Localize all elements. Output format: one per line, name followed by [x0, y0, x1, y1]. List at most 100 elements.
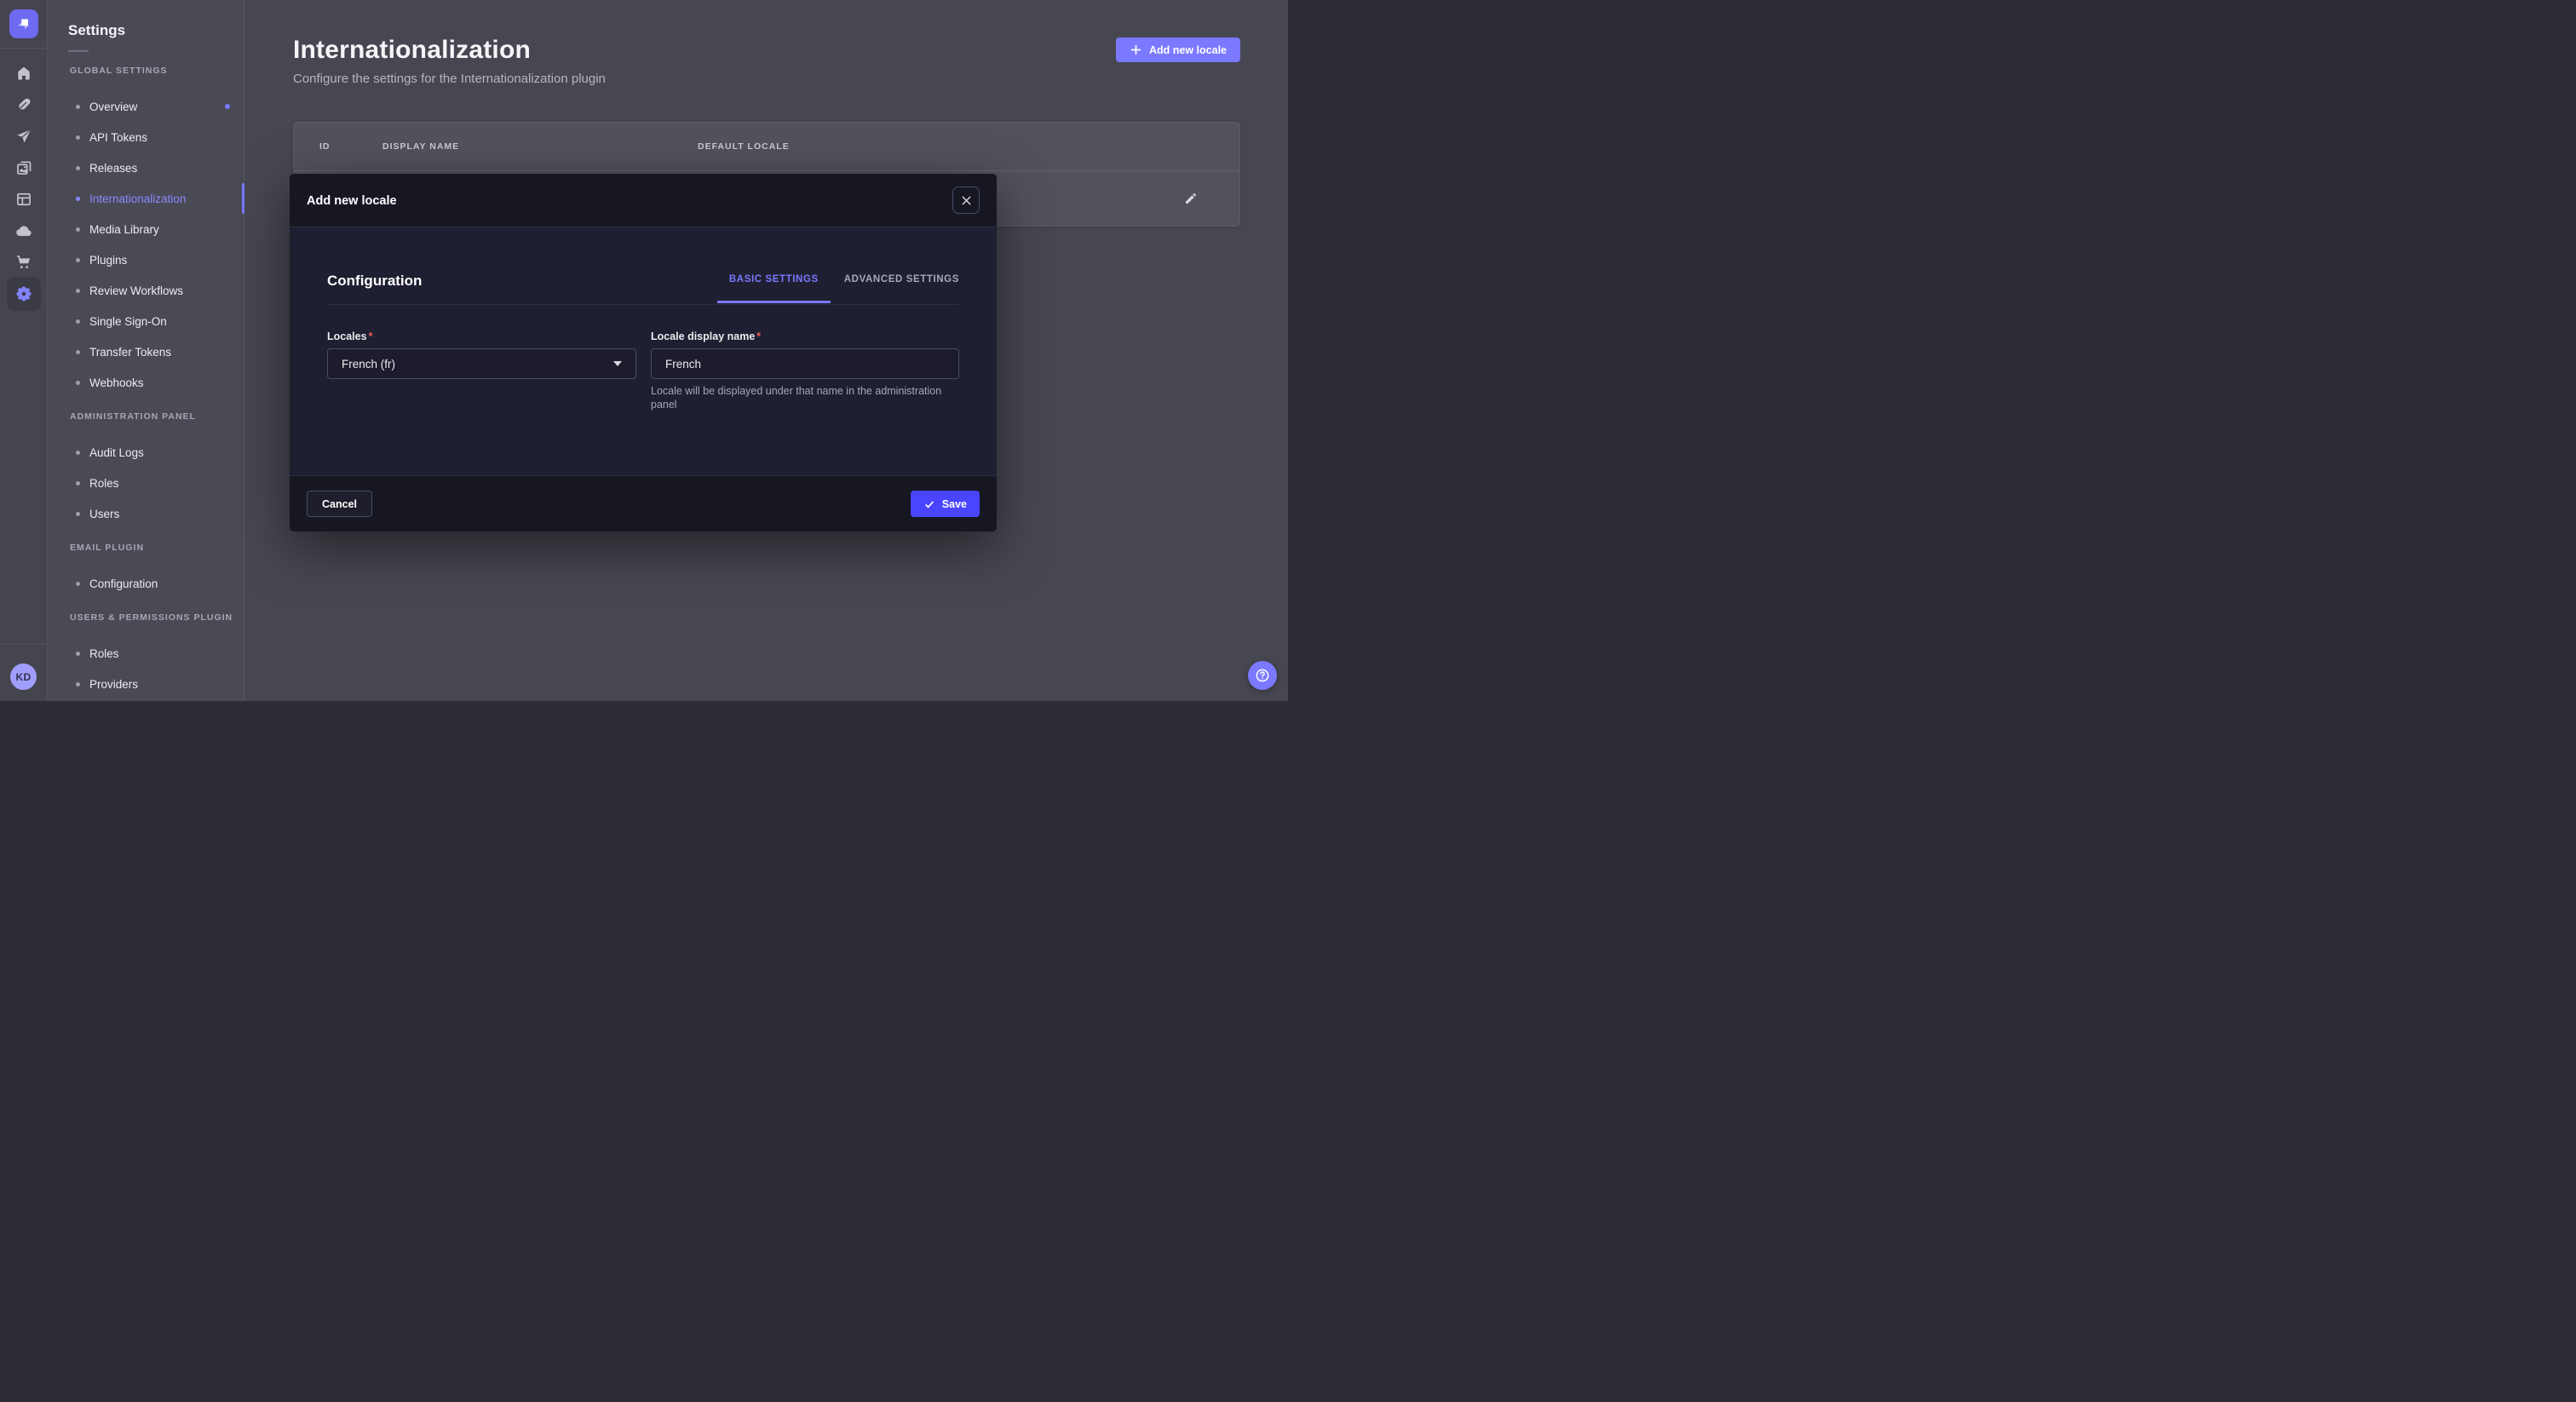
sidebar-item-media-library[interactable]: Media Library — [48, 214, 244, 244]
strapi-logo-icon — [14, 14, 33, 33]
sidebar-item-label: Roles — [89, 647, 119, 660]
bullet-icon — [76, 652, 80, 656]
required-asterisk: * — [369, 330, 373, 342]
bullet-icon — [76, 512, 80, 516]
close-modal-button[interactable] — [952, 187, 980, 214]
modal-footer: Cancel Save — [290, 475, 997, 531]
add-locale-modal: Add new locale Configuration BASIC SETTI… — [290, 174, 997, 531]
bullet-icon — [76, 582, 80, 586]
user-avatar[interactable]: KD — [10, 664, 37, 690]
sidebar-item-roles[interactable]: Roles — [48, 468, 244, 498]
cloud-icon[interactable] — [0, 216, 48, 245]
sidebar-item-label: Internationalization — [89, 192, 186, 205]
sidebar-item-api-tokens[interactable]: API Tokens — [48, 122, 244, 152]
bullet-icon — [76, 166, 80, 170]
page-subtitle: Configure the settings for the Internati… — [293, 72, 606, 86]
sidebar-item-label: Configuration — [89, 577, 158, 590]
bullet-icon — [76, 197, 80, 201]
add-new-locale-label: Add new locale — [1149, 44, 1227, 56]
sidebar-item-label: Releases — [89, 162, 137, 175]
icon-rail: KD — [0, 0, 48, 701]
send-plane-icon[interactable] — [0, 122, 48, 151]
required-asterisk: * — [756, 330, 761, 342]
page-title: Internationalization — [293, 36, 531, 65]
nav-section-users-permissions-plugin: USERS & PERMISSIONS PLUGIN — [48, 609, 244, 626]
bullet-icon — [76, 451, 80, 455]
bullet-icon — [76, 258, 80, 262]
pencil-icon — [1184, 192, 1198, 205]
check-icon — [923, 498, 935, 510]
display-name-field-label: Locale display name* — [651, 330, 761, 342]
bullet-icon — [76, 381, 80, 385]
sidebar-item-label: Providers — [89, 678, 138, 691]
chevron-down-icon — [613, 361, 622, 366]
sidebar-item-releases[interactable]: Releases — [48, 152, 244, 183]
sidebar-item-users[interactable]: Users — [48, 498, 244, 529]
sidebar-item-internationalization[interactable]: Internationalization — [48, 183, 244, 214]
rail-divider — [0, 48, 47, 49]
bullet-icon — [76, 481, 80, 486]
column-header-display-name: DISPLAY NAME — [382, 123, 459, 170]
modal-title: Add new locale — [307, 174, 397, 227]
modal-header: Add new locale — [290, 174, 997, 227]
modal-tabs: BASIC SETTINGS ADVANCED SETTINGS — [717, 274, 959, 303]
question-mark-icon — [1254, 667, 1271, 684]
strapi-logo[interactable] — [9, 9, 38, 38]
sidebar-item-roles[interactable]: Roles — [48, 638, 244, 669]
settings-nav: GLOBAL SETTINGS Overview API Tokens Release… — [48, 62, 244, 699]
rail-bottom-divider — [0, 644, 47, 645]
help-button[interactable] — [1248, 661, 1277, 690]
content-feather-icon[interactable] — [0, 90, 48, 119]
sidebar-item-single-sign-on[interactable]: Single Sign-On — [48, 306, 244, 336]
locales-select-value: French (fr) — [342, 358, 395, 371]
sidebar-item-audit-logs[interactable]: Audit Logs — [48, 437, 244, 468]
cancel-button[interactable]: Cancel — [307, 491, 372, 517]
nav-section-global-settings: GLOBAL SETTINGS — [48, 62, 244, 79]
column-header-id: ID — [319, 123, 331, 170]
sidebar-item-overview[interactable]: Overview — [48, 91, 244, 122]
sidebar-item-label: Media Library — [89, 223, 159, 236]
locales-select[interactable]: French (fr) — [327, 348, 636, 379]
sidebar-item-plugins[interactable]: Plugins — [48, 244, 244, 275]
modal-body: Configuration BASIC SETTINGS ADVANCED SE… — [290, 227, 997, 475]
tab-advanced-settings[interactable]: ADVANCED SETTINGS — [844, 274, 959, 303]
save-button[interactable]: Save — [911, 491, 980, 517]
sidebar-item-label: Single Sign-On — [89, 315, 167, 328]
bullet-icon — [76, 682, 80, 687]
column-header-default-locale: DEFAULT LOCALE — [698, 123, 790, 170]
edit-locale-button[interactable] — [1180, 187, 1202, 210]
plus-icon — [1130, 43, 1142, 56]
display-name-input[interactable] — [651, 348, 959, 379]
sidebar-item-configuration[interactable]: Configuration — [48, 568, 244, 599]
app-screen: KD Settings GLOBAL SETTINGS Overview API T… — [0, 0, 1288, 701]
add-new-locale-button[interactable]: Add new locale — [1116, 37, 1240, 62]
bullet-icon — [76, 227, 80, 232]
content-type-layout-icon[interactable] — [0, 185, 48, 214]
tab-basic-settings[interactable]: BASIC SETTINGS — [717, 274, 831, 303]
sidebar-item-webhooks[interactable]: Webhooks — [48, 367, 244, 398]
close-icon — [961, 195, 972, 206]
tabs-divider — [327, 304, 959, 305]
save-label: Save — [942, 498, 967, 510]
sidebar-item-label: Plugins — [89, 254, 127, 267]
configuration-heading: Configuration — [327, 273, 422, 290]
home-icon[interactable] — [0, 59, 48, 88]
bullet-icon — [76, 135, 80, 140]
sidebar-item-label: Roles — [89, 477, 119, 490]
sidebar-item-providers[interactable]: Providers — [48, 669, 244, 699]
sidebar-item-label: Audit Logs — [89, 446, 144, 459]
settings-gear-icon[interactable] — [7, 277, 41, 311]
sidebar-item-review-workflows[interactable]: Review Workflows — [48, 275, 244, 306]
bullet-icon — [76, 319, 80, 324]
sidebar-item-label: Webhooks — [89, 376, 144, 389]
active-indicator — [242, 183, 244, 214]
media-images-icon[interactable] — [0, 153, 48, 182]
sidebar-title: Settings — [48, 22, 244, 39]
marketplace-cart-icon[interactable] — [0, 248, 48, 277]
sidebar-item-transfer-tokens[interactable]: Transfer Tokens — [48, 336, 244, 367]
sidebar-item-label: Overview — [89, 101, 137, 113]
sidebar-item-label: API Tokens — [89, 131, 147, 144]
table-header-divider — [294, 170, 1239, 171]
sidebar-title-divider — [68, 50, 89, 52]
bullet-icon — [76, 289, 80, 293]
